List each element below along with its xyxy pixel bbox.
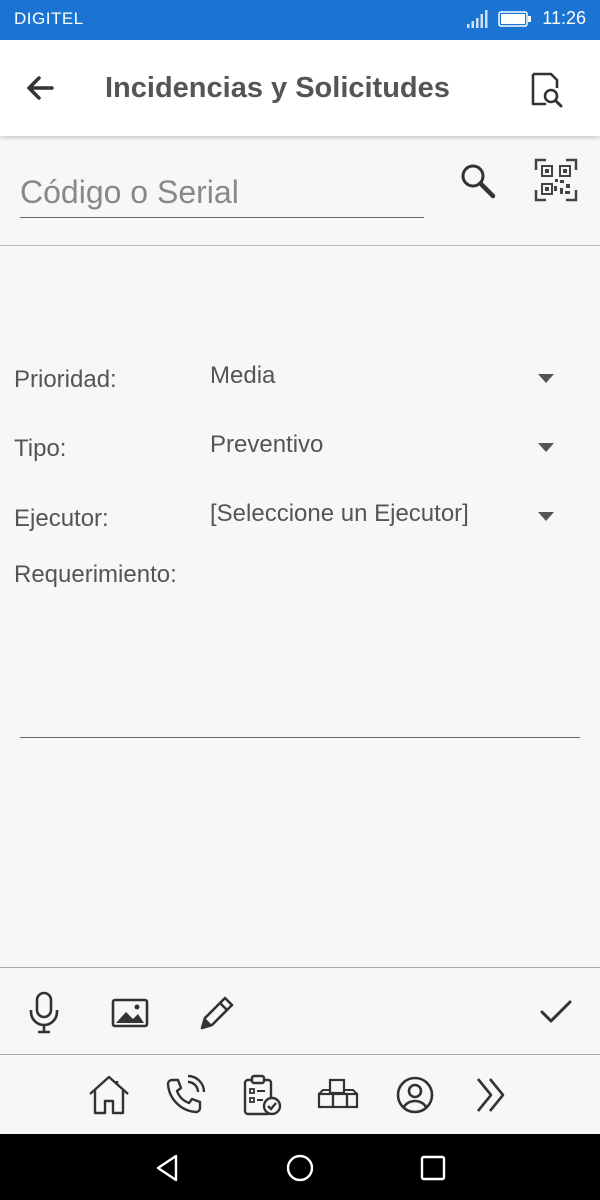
search-button[interactable] bbox=[457, 160, 499, 202]
clock: 11:26 bbox=[542, 8, 586, 28]
page-title: Incidencias y Solicitudes bbox=[105, 72, 450, 104]
battery-icon bbox=[498, 10, 532, 28]
system-back-button[interactable] bbox=[150, 1150, 186, 1186]
system-home-button[interactable] bbox=[282, 1150, 318, 1186]
nav-more[interactable] bbox=[468, 1072, 514, 1118]
dropdown-arrow-icon bbox=[538, 512, 554, 521]
signal-icon bbox=[466, 9, 488, 28]
clipboard-check-icon bbox=[239, 1072, 285, 1118]
image-icon bbox=[110, 990, 150, 1034]
status-bar: DIGITEL 11:26 bbox=[0, 0, 600, 40]
ejecutor-label: Ejecutor: bbox=[14, 505, 109, 532]
prioridad-select[interactable]: Media bbox=[210, 362, 580, 402]
requerimiento-textarea[interactable] bbox=[20, 595, 580, 738]
pencil-icon bbox=[196, 990, 236, 1034]
qr-code-icon bbox=[534, 158, 578, 202]
system-recents-button[interactable] bbox=[415, 1150, 451, 1186]
action-toolbar bbox=[0, 967, 600, 1055]
nav-calls[interactable] bbox=[162, 1072, 208, 1118]
user-icon bbox=[392, 1072, 438, 1118]
double-chevron-right-icon bbox=[468, 1072, 514, 1118]
microphone-button[interactable] bbox=[24, 990, 64, 1034]
tipo-select[interactable]: Preventivo bbox=[210, 431, 580, 471]
tipo-label: Tipo: bbox=[14, 435, 67, 462]
qr-scan-button[interactable] bbox=[534, 158, 578, 202]
bottom-navigation bbox=[0, 1056, 600, 1134]
phone-call-icon bbox=[162, 1072, 208, 1118]
prioridad-label: Prioridad: bbox=[14, 366, 117, 393]
nav-profile[interactable] bbox=[392, 1072, 438, 1118]
search-icon bbox=[457, 160, 499, 202]
ejecutor-select[interactable]: [Seleccione un Ejecutor] bbox=[210, 500, 580, 540]
status-icons: 11:26 bbox=[466, 8, 586, 29]
microphone-icon bbox=[24, 990, 64, 1034]
pencil-button[interactable] bbox=[196, 990, 236, 1034]
confirm-button[interactable] bbox=[536, 990, 576, 1034]
document-search-icon bbox=[527, 70, 567, 110]
check-icon bbox=[536, 990, 576, 1034]
home-icon bbox=[86, 1072, 132, 1118]
dropdown-arrow-icon bbox=[538, 374, 554, 383]
image-button[interactable] bbox=[110, 990, 150, 1034]
document-search-button[interactable] bbox=[527, 70, 567, 110]
carrier-name: DIGITEL bbox=[14, 9, 84, 28]
recents-square-icon bbox=[415, 1150, 451, 1186]
back-button[interactable] bbox=[22, 70, 62, 106]
requerimiento-label: Requerimiento: bbox=[14, 561, 177, 588]
system-navigation bbox=[0, 1134, 600, 1200]
back-triangle-icon bbox=[150, 1150, 186, 1186]
dropdown-arrow-icon bbox=[538, 443, 554, 452]
home-circle-icon bbox=[282, 1150, 318, 1186]
prioridad-value: Media bbox=[210, 362, 276, 389]
code-serial-input[interactable] bbox=[20, 168, 424, 218]
search-row bbox=[0, 136, 600, 246]
nav-inventory[interactable] bbox=[315, 1072, 361, 1118]
app-bar: Incidencias y Solicitudes bbox=[0, 40, 600, 136]
ejecutor-value: [Seleccione un Ejecutor] bbox=[210, 500, 469, 527]
nav-tasks[interactable] bbox=[239, 1072, 285, 1118]
arrow-back-icon bbox=[22, 70, 62, 106]
tipo-value: Preventivo bbox=[210, 431, 324, 458]
nav-home[interactable] bbox=[86, 1072, 132, 1118]
boxes-icon bbox=[315, 1072, 361, 1118]
